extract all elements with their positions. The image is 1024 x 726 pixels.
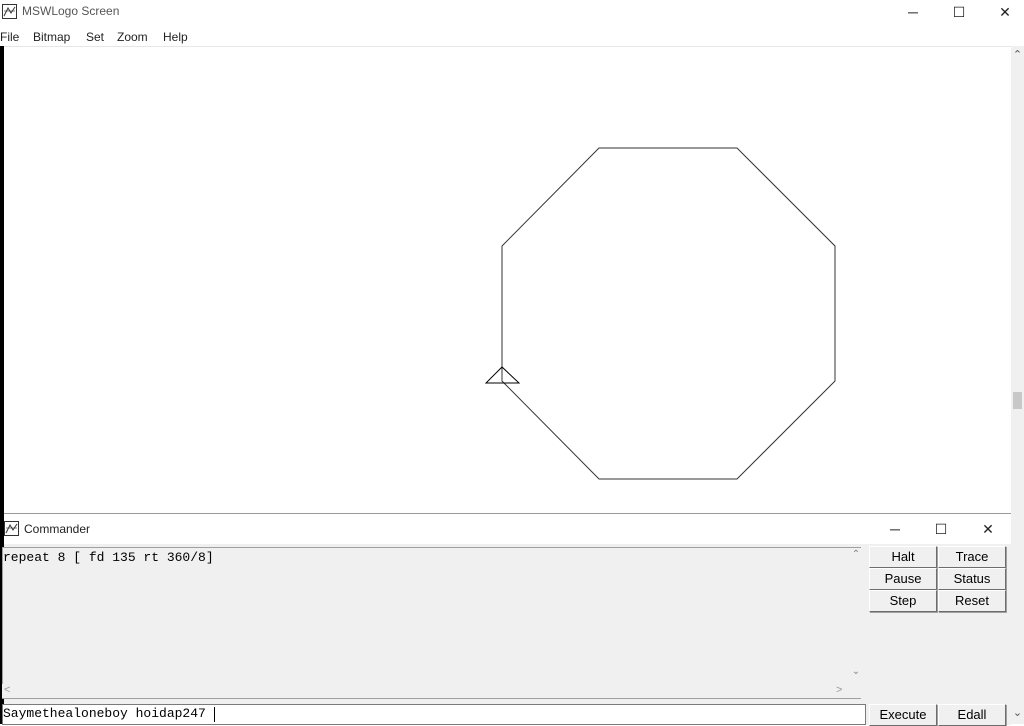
- title-bar: [0, 0, 1024, 24]
- commander-maximize-button[interactable]: ☐: [918, 514, 964, 544]
- commander-close-button[interactable]: ✕: [965, 514, 1011, 544]
- history-scroll-left-icon[interactable]: <: [4, 684, 10, 696]
- execute-button[interactable]: Execute: [869, 704, 937, 726]
- scroll-down-icon[interactable]: ⌄: [1011, 706, 1024, 722]
- text-caret: [214, 707, 215, 722]
- commander-title: Commander: [24, 522, 91, 536]
- commander-window: Commander ─ ☐ ✕ repeat 8 [ fd 135 rt 360…: [2, 513, 1011, 726]
- close-button[interactable]: ✕: [982, 0, 1024, 24]
- maximize-button[interactable]: ☐: [936, 0, 982, 24]
- commander-title-bar: [4, 514, 1011, 544]
- octagon-shape: [501, 147, 836, 480]
- history-scroll-right-icon[interactable]: >: [836, 684, 842, 696]
- history-horizontal-scrollbar[interactable]: [2, 684, 862, 698]
- pause-button[interactable]: Pause: [869, 568, 937, 590]
- menu-zoom[interactable]: Zoom: [117, 30, 148, 44]
- commander-icon: [4, 521, 19, 536]
- history-scroll-up-icon[interactable]: ⌃: [849, 549, 863, 560]
- canvas-drawing: [484, 147, 836, 480]
- menu-help[interactable]: Help: [163, 30, 188, 44]
- menu-bitmap[interactable]: Bitmap: [33, 30, 70, 44]
- step-button[interactable]: Step: [869, 590, 937, 612]
- menu-bar: File Bitmap Set Zoom Help: [0, 26, 1024, 46]
- command-input[interactable]: Saymethealoneboy hoidap247: [2, 704, 866, 725]
- menu-file[interactable]: File: [0, 30, 19, 44]
- status-button[interactable]: Status: [938, 568, 1006, 590]
- command-history[interactable]: repeat 8 [ fd 135 rt 360/8]: [2, 547, 861, 699]
- minimize-button[interactable]: ─: [890, 0, 936, 24]
- history-line[interactable]: repeat 8 [ fd 135 rt 360/8]: [3, 550, 214, 565]
- command-input-text[interactable]: Saymethealoneboy hoidap247: [3, 706, 206, 721]
- scroll-up-icon[interactable]: ⌃: [1011, 48, 1024, 64]
- drawing-canvas[interactable]: [4, 46, 1011, 514]
- commander-minimize-button[interactable]: ─: [872, 514, 918, 544]
- app-icon: [2, 4, 17, 19]
- scroll-thumb[interactable]: [1013, 392, 1022, 409]
- window-title: MSWLogo Screen: [22, 4, 120, 18]
- halt-button[interactable]: Halt: [869, 546, 937, 568]
- history-scroll-down-icon[interactable]: ⌄: [849, 666, 863, 677]
- main-vertical-scrollbar[interactable]: [1011, 46, 1024, 724]
- trace-button[interactable]: Trace: [938, 546, 1006, 568]
- menu-set[interactable]: Set: [86, 30, 104, 44]
- edall-button[interactable]: Edall: [938, 704, 1006, 726]
- reset-button[interactable]: Reset: [938, 590, 1006, 612]
